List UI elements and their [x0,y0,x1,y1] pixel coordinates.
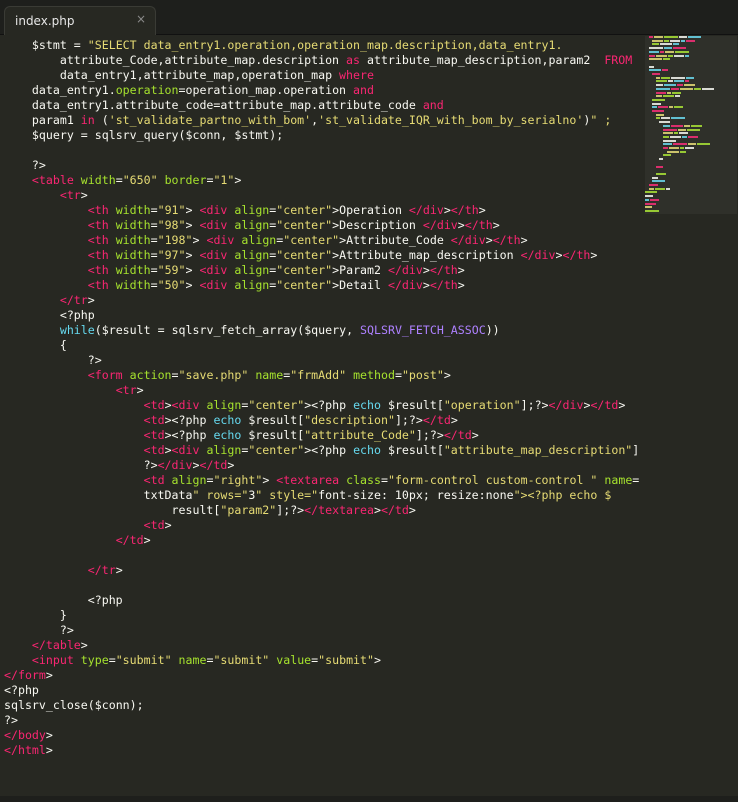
tab-bar: index.php × [0,0,738,35]
code-line: attribute_Code,attribute_map.description… [4,53,633,67]
code-line: <td><?php echo $result["description"];?>… [143,413,458,427]
code-line: ?></div></td> [143,458,235,472]
code-line: <th width="59"> <div align="center">Para… [87,263,465,277]
code-line: <th width="98"> <div align="center">Desc… [87,218,500,232]
code-line: <tr> [115,383,144,397]
code-line: ?> [87,353,102,367]
code-line: <?php [59,308,95,322]
code-line: <?php [87,593,123,607]
code-line: </tr> [87,563,123,577]
code-line: <form action="save.php" name="frmAdd" me… [87,368,451,382]
code-text: $stmt = "SELECT data_entry1.operation,op… [4,38,640,758]
minimap-viewport[interactable] [645,36,737,214]
code-line: $stmt = "SELECT data_entry1.operation,op… [31,38,563,52]
code-line: <td> [143,518,172,532]
code-line: </body> [4,728,53,742]
code-line: <th width="97"> <div align="center">Attr… [87,248,598,262]
code-line: <tr> [59,188,88,202]
tab-index-php[interactable]: index.php × [4,6,156,35]
code-line: while($result = sqlsrv_fetch_array($quer… [59,323,500,337]
code-line: ?> [31,158,46,172]
code-line: <td><div align="center"><?php echo $resu… [143,398,626,412]
code-line: <td><?php echo $result["attribute_Code"]… [143,428,479,442]
code-line: <th width="198"> <div align="center">Att… [87,233,528,247]
code-line: <td align="right"> <textarea class="form… [143,473,640,487]
code-line: </form> [4,668,53,682]
code-line: <table width="650" border="1"> [31,173,242,187]
code-line: $query = sqlsrv_query($conn, $stmt); [31,128,284,142]
close-icon[interactable]: × [136,12,146,26]
code-line: <th width="91"> <div align="center">Oper… [87,203,486,217]
code-line: <td><div align="center"><?php echo $resu… [143,443,640,457]
code-line: ?> [4,713,18,727]
code-line: data_entry1.operation=operation_map.oper… [4,83,374,97]
code-line: <?php [4,683,39,697]
code-line: data_entry1,attribute_map,operation_map … [4,68,374,82]
tab-label: index.php [15,14,75,28]
code-line: ?> [59,623,74,637]
code-line: <th width="50"> <div align="center">Deta… [87,278,465,292]
code-editor[interactable]: $stmt = "SELECT data_entry1.operation,op… [0,34,640,800]
code-line: </table> [31,638,88,652]
code-line: <input type="submit" name="submit" value… [31,653,381,667]
code-line: } [4,608,67,622]
code-line: sqlsrv_close($conn); [4,698,144,712]
code-line: </tr> [59,293,95,307]
code-line: </td> [115,533,151,547]
code-line: result["param2"];?></textarea></td> [4,503,416,517]
code-line: { [4,338,67,352]
horizontal-scrollbar[interactable] [0,796,738,802]
code-line: txtData" rows="3" style="font-size: 10px… [4,488,612,502]
code-line: </html> [4,743,53,757]
code-line: data_entry1.attribute_code=attribute_map… [4,98,444,112]
code-line: param1 in ('st_validate_partno_with_bom'… [4,113,612,127]
